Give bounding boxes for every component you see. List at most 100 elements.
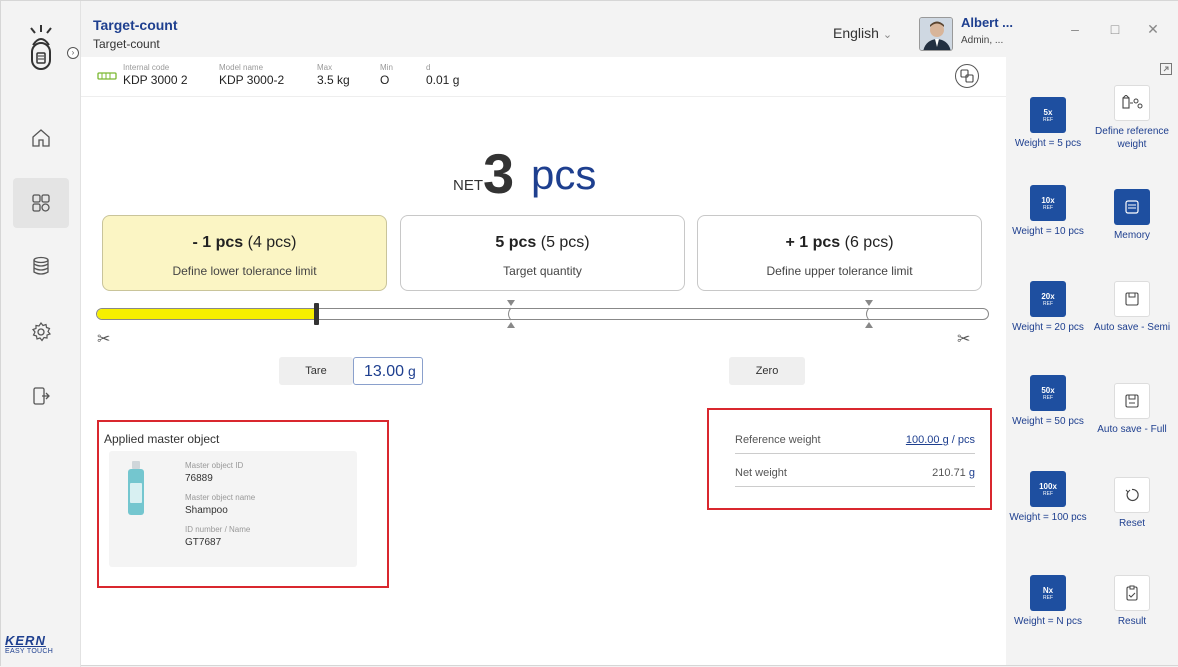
master-idnum-label: ID number / Name [185,525,251,534]
target-quantity-label: Target quantity [503,264,582,278]
apps-grid-icon [32,194,50,212]
memory-icon [1125,200,1139,214]
master-object-title: Applied master object [104,432,220,446]
reference-weight-row[interactable]: Reference weight 100.00 g / pcs [735,424,975,454]
upper-tolerance-card[interactable]: + 1 pcs (6 pcs) Define upper tolerance l… [697,215,982,291]
left-sidebar: › KERN EASY TOUCH [1,1,81,667]
scissors-left-icon: ✂ [97,331,111,348]
lower-tolerance-card[interactable]: - 1 pcs (4 pcs) Define lower tolerance l… [102,215,387,291]
chevron-down-icon: ⌄ [882,29,893,41]
net-label: NET [453,177,483,194]
master-object-card[interactable]: Master object ID 76889 Master object nam… [109,451,357,567]
lower-tolerance-value: - 1 pcs [192,234,244,251]
app-window: › KERN EASY TOUCH Target-count Target-co… [0,0,1178,667]
device-info-bar: Internal code KDP 3000 2 Model name KDP … [81,57,1006,97]
lower-tolerance-label: Define lower tolerance limit [172,264,317,278]
target-quantity-card[interactable]: 5 pcs (5 pcs) Target quantity [400,215,685,291]
auto-save-semi-button[interactable]: Auto save - Semi [1090,281,1174,334]
touch-logo-icon [30,25,52,70]
info-internal-code: Internal code KDP 3000 2 [123,63,188,87]
close-icon[interactable]: ✕ [1143,21,1163,38]
clipboard-check-icon [1126,585,1138,601]
expand-icon[interactable] [1160,63,1172,75]
scale-device-icon [97,72,117,80]
master-id-label: Master object ID [185,461,244,470]
kern-logo: KERN EASY TOUCH [5,633,77,655]
gear-icon [31,321,52,342]
brand-name: KERN [5,633,46,648]
info-max: Max 3.5 kg [317,63,350,87]
reset-icon [1125,488,1139,502]
current-value-marker [313,303,319,325]
net-weight-row: Net weight 210.71 g [735,457,975,487]
user-role: Admin, ... [961,35,1004,46]
language-label: English [833,25,879,41]
master-name-label: Master object name [185,493,256,502]
reference-weight-unit: / pcs [951,434,975,446]
upper-tolerance-count: (6 pcs) [844,234,894,251]
weight-5-pcs-button[interactable]: 5x REF Weight = 5 pcs [1006,97,1090,150]
info-d: d 0.01 g [426,63,460,87]
collapse-sidebar-button[interactable]: › [67,47,79,59]
avatar[interactable] [919,17,953,51]
lower-limit-tick-icon [507,300,515,328]
scissors-right-icon: ✂ [957,331,971,348]
home-icon [32,129,50,147]
upper-tolerance-label: Define upper tolerance limit [766,264,913,278]
page-title: Target-count [93,17,178,33]
tolerance-progress-bar [96,308,989,320]
net-weight-value: 210.71 [932,467,966,479]
tare-unit: g [408,363,416,379]
upper-tolerance-value: + 1 pcs [785,234,841,251]
tare-value: 13.00 [364,363,405,380]
nav-apps[interactable] [13,178,69,228]
progress-fill [97,309,317,319]
save-full-icon [1125,394,1139,408]
weight-10-pcs-button[interactable]: 10x REF Weight = 10 pcs [1006,185,1090,238]
result-value: 3 [483,142,515,205]
brand-tagline: EASY TOUCH [5,648,54,655]
define-reference-weight-button[interactable]: Define reference weight [1090,85,1174,151]
memory-button[interactable]: Memory [1090,189,1174,242]
nav-database[interactable] [13,241,69,291]
net-result-display: NET 3 pcs [453,141,673,205]
tare-value-field[interactable]: 13.00 g [353,357,423,385]
zero-button[interactable]: Zero [729,357,805,385]
result-unit: pcs [531,151,597,198]
master-idnum-value: GT7687 [185,537,222,548]
copy-icon [960,69,974,83]
auto-save-full-button[interactable]: Auto save - Full [1090,383,1174,436]
logout-icon [33,387,50,405]
result-button[interactable]: Result [1090,575,1174,628]
right-action-panel: 5x REF Weight = 5 pcs Define reference we… [1006,57,1178,665]
target-quantity-value: 5 pcs [495,234,537,251]
lower-tolerance-count: (4 pcs) [247,234,297,251]
user-photo-icon [920,18,952,50]
target-quantity-count: (5 pcs) [540,234,590,251]
net-weight-unit: g [968,467,975,479]
info-model-name: Model name KDP 3000-2 [219,63,285,87]
language-selector[interactable]: English ⌄ [833,25,892,41]
weight-20-pcs-button[interactable]: 20x REF Weight = 20 pcs [1006,281,1090,334]
tare-button[interactable]: Tare [279,357,353,385]
page-subtitle: Target-count [93,37,160,51]
minimize-icon[interactable]: – [1065,21,1085,37]
switch-scale-button[interactable] [955,64,979,88]
master-id-value: 76889 [185,473,213,484]
master-name-value: Shampoo [185,505,228,516]
main-area: NET 3 pcs - 1 pcs (4 pcs) Define lower t… [81,97,1006,665]
weight-n-pcs-button[interactable]: Nx REF Weight = N pcs [1006,575,1090,628]
shampoo-bottle-icon [128,461,144,515]
database-icon [33,256,49,275]
maximize-icon[interactable]: □ [1105,21,1125,37]
reset-button[interactable]: Reset [1090,477,1174,530]
nav-settings[interactable] [13,307,69,357]
info-min: Min O [380,63,393,87]
reference-weight-value[interactable]: 100.00 g [906,434,949,446]
weight-50-pcs-button[interactable]: 50x REF Weight = 50 pcs [1006,375,1090,428]
upper-limit-tick-icon [865,300,873,328]
user-name[interactable]: Albert ... [961,15,1013,30]
weight-100-pcs-button[interactable]: 100x REF Weight = 100 pcs [1006,471,1090,524]
nav-logout[interactable] [13,371,69,421]
nav-home[interactable] [13,113,69,163]
